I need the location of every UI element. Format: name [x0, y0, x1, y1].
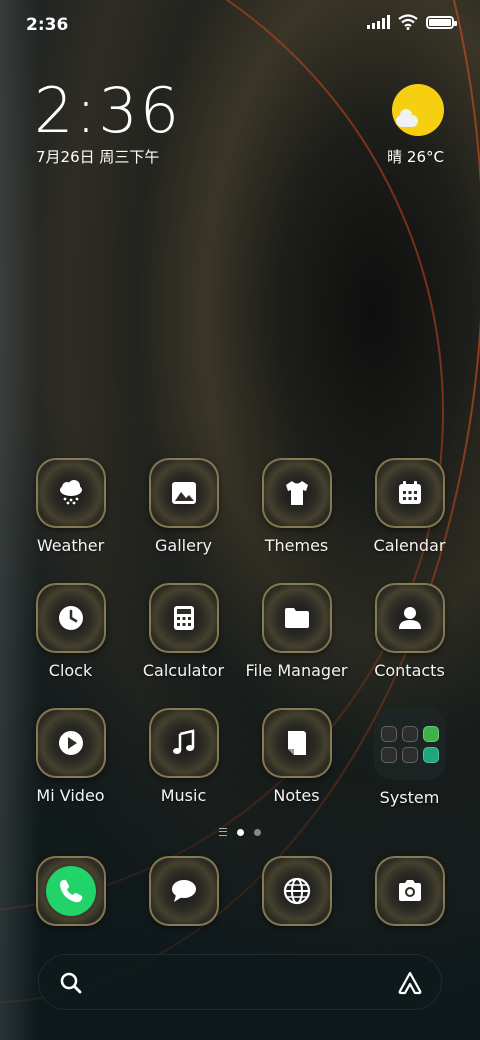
signal-icon: [367, 15, 390, 29]
app-label: Clock: [48, 661, 93, 680]
cloud-icon: [396, 109, 418, 127]
gallery-icon: [171, 482, 196, 504]
folder-icon: [284, 608, 309, 628]
app-label: System: [379, 788, 440, 807]
phone-icon: [59, 879, 82, 903]
music-icon: [172, 729, 194, 754]
notes-icon: [287, 731, 306, 755]
app-label: Calculator: [142, 661, 225, 680]
dock-browser[interactable]: [240, 856, 353, 936]
dock: [14, 856, 466, 936]
weather-icon: [59, 480, 82, 505]
app-clock[interactable]: Clock: [14, 583, 127, 708]
app-label: Weather: [36, 536, 105, 555]
wifi-icon: [398, 14, 418, 30]
calculator-icon: [173, 606, 194, 630]
app-label: File Manager: [245, 661, 348, 680]
app-themes[interactable]: Themes: [240, 458, 353, 583]
browser-icon: [283, 877, 310, 905]
contacts-icon: [398, 607, 421, 629]
page-list-icon: [219, 828, 227, 836]
app-label: Themes: [264, 536, 329, 555]
app-folder-system[interactable]: System: [353, 708, 466, 833]
app-label: Gallery: [155, 536, 212, 555]
page-dot-active: [237, 828, 244, 836]
calendar-icon: [398, 481, 421, 504]
status-bar: 2:36: [0, 0, 480, 50]
dock-camera[interactable]: [353, 856, 466, 936]
dock-messages[interactable]: [127, 856, 240, 936]
app-label: Notes: [273, 786, 320, 805]
assistant-icon[interactable]: [397, 970, 423, 996]
app-label: Mi Video: [36, 786, 105, 805]
clock-icon: [58, 606, 83, 630]
page-dot: [254, 828, 261, 836]
app-grid: Weather Gallery Themes Calendar Clock Ca…: [14, 458, 466, 833]
app-label: Contacts: [374, 661, 445, 680]
dock-phone[interactable]: [14, 856, 127, 936]
messages-icon: [171, 880, 196, 902]
themes-icon: [285, 481, 308, 505]
folder-grid-icon: [373, 708, 446, 780]
status-icons: [367, 14, 457, 30]
search-bar[interactable]: [38, 954, 442, 1010]
clock-widget-date[interactable]: 7月26日 周三下午: [36, 146, 159, 167]
app-contacts[interactable]: Contacts: [353, 583, 466, 708]
app-notes[interactable]: Notes: [240, 708, 353, 833]
weather-widget-text: 晴 26°C: [387, 148, 444, 166]
camera-icon: [398, 880, 421, 901]
app-calendar[interactable]: Calendar: [353, 458, 466, 583]
search-icon[interactable]: [59, 971, 83, 995]
app-file-manager[interactable]: File Manager: [240, 583, 353, 708]
status-time: 2:36: [26, 15, 69, 35]
sun-icon: [392, 84, 444, 136]
app-label: Calendar: [373, 536, 446, 555]
app-mi-video[interactable]: Mi Video: [14, 708, 127, 833]
page-indicator[interactable]: [0, 828, 480, 836]
play-icon: [58, 731, 83, 755]
app-music[interactable]: Music: [127, 708, 240, 833]
app-label: Music: [160, 786, 207, 805]
app-gallery[interactable]: Gallery: [127, 458, 240, 583]
app-weather[interactable]: Weather: [14, 458, 127, 583]
app-calculator[interactable]: Calculator: [127, 583, 240, 708]
weather-widget[interactable]: 晴 26°C: [354, 82, 444, 172]
clock-widget-time[interactable]: 2:36: [34, 74, 181, 147]
battery-icon: [426, 15, 457, 29]
